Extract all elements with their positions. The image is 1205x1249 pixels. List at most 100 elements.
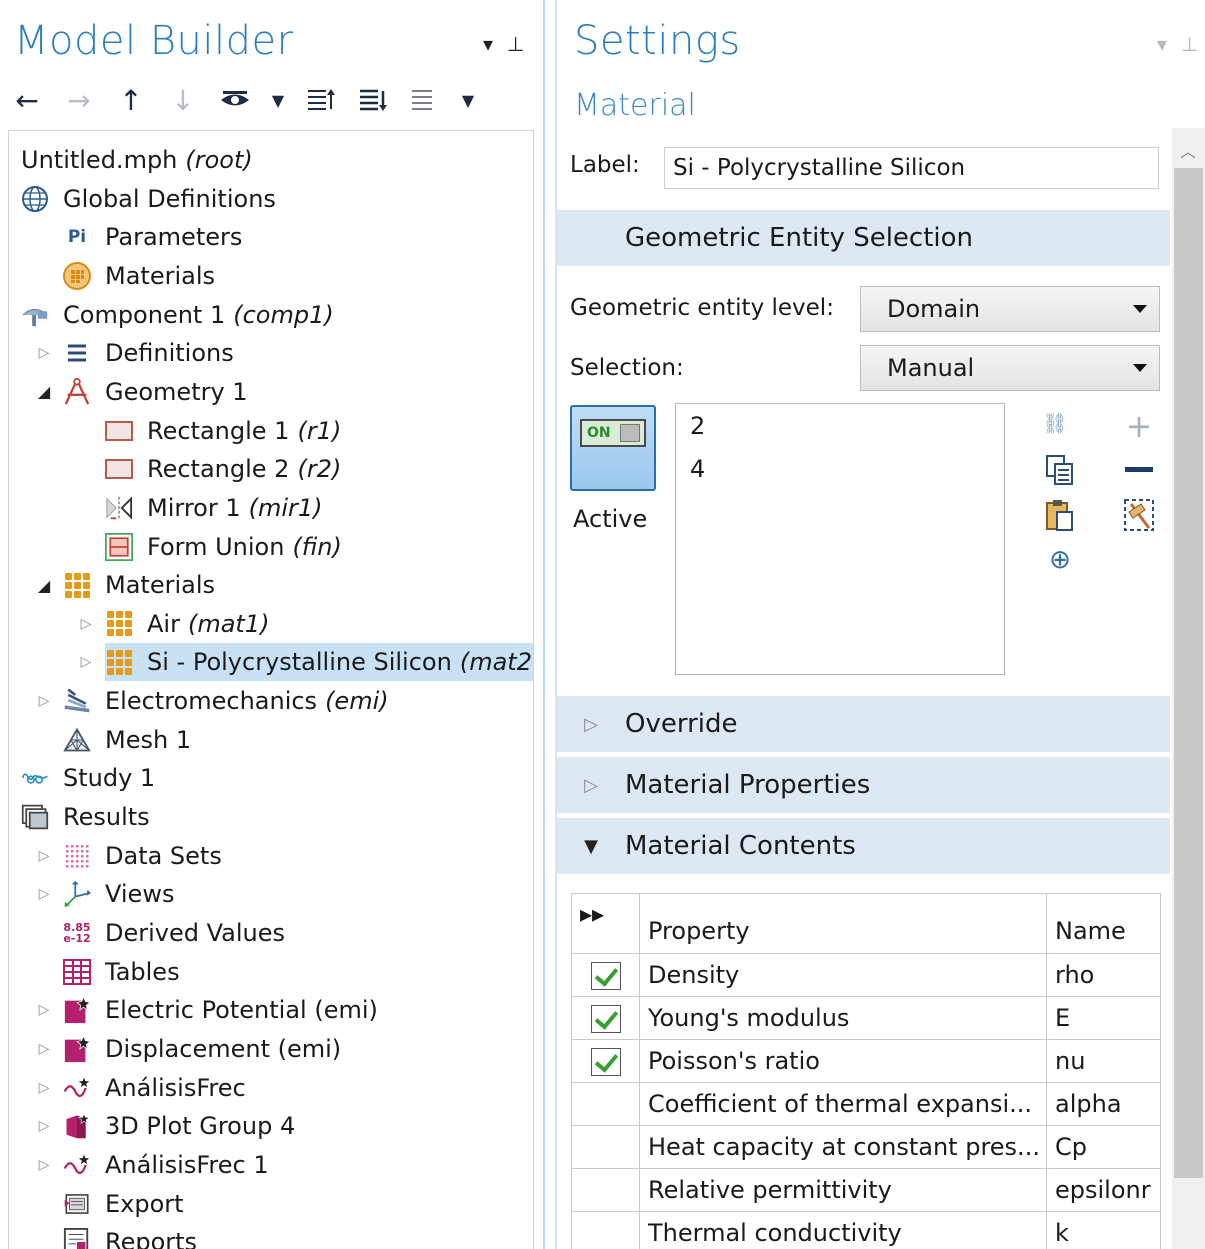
expand-all-icon[interactable] [356, 83, 390, 117]
entity-level-select[interactable]: Domain [860, 286, 1160, 332]
zoom-to-selection-icon[interactable]: ⊕ [1042, 542, 1078, 578]
tree-expand-icon[interactable]: ▷ [35, 343, 53, 363]
table-row[interactable]: Coefficient of thermal expansi... alpha [571, 1082, 1161, 1126]
section-geometric-entity-selection[interactable]: Geometric Entity Selection [557, 210, 1170, 266]
table-row[interactable]: Young's modulus E [571, 996, 1161, 1040]
tree-node-displacement[interactable]: Displacement (emi) [63, 1030, 341, 1068]
arrow-down-icon[interactable]: ↓ [166, 83, 200, 117]
tree-expand-icon[interactable]: ▷ [35, 1039, 53, 1059]
tree-node-mirror-1[interactable]: Mirror 1 (mir1) [105, 489, 323, 527]
arrow-right-icon[interactable]: → [62, 83, 96, 117]
list-item[interactable]: 2 [676, 404, 1004, 447]
section-material-contents[interactable]: ▼ Material Contents [557, 818, 1170, 874]
copy-icon[interactable] [1042, 452, 1078, 488]
active-toggle-button[interactable]: ON [570, 405, 656, 491]
tree-node-air[interactable]: Air (mat1) [105, 605, 269, 643]
tree-node-data-sets[interactable]: Data Sets [63, 837, 222, 875]
tree-node-geometry-1[interactable]: Geometry 1 [63, 373, 248, 411]
tree-node-results[interactable]: Results [21, 798, 150, 836]
tree-node-3d-plot-group-4[interactable]: 3D Plot Group 4 [63, 1107, 295, 1145]
table-row[interactable]: Thermal conductivity k [571, 1211, 1161, 1249]
table-row[interactable]: Relative permittivity epsilonr [571, 1168, 1161, 1212]
scroll-up-icon[interactable]: ︿ [1180, 138, 1196, 162]
tree-expand-icon[interactable]: ▷ [77, 652, 95, 672]
tree-expand-icon[interactable]: ▷ [35, 1155, 53, 1175]
tree-expand-icon[interactable]: ▷ [35, 1000, 53, 1020]
row-checkbox-cell[interactable] [571, 953, 640, 997]
tree-node-electromechanics[interactable]: Electromechanics (emi) [63, 682, 389, 720]
tree-node-analisis-frec-1[interactable]: AnálisisFrec 1 [63, 1146, 269, 1184]
tree-node-definitions[interactable]: Definitions [63, 334, 234, 372]
tree-node-views[interactable]: Views [63, 875, 174, 913]
tree-node-study-1[interactable]: Study 1 [21, 759, 155, 797]
expand-columns-icon[interactable]: ▸▸ [571, 893, 640, 954]
tree-node-rectangle-2[interactable]: Rectangle 2 (r2) [105, 450, 341, 488]
row-checkbox-cell[interactable] [571, 1168, 640, 1212]
add-icon[interactable]: + [1121, 407, 1157, 445]
tree-node-materials-global[interactable]: Materials [63, 257, 215, 295]
selection-list[interactable]: 2 4 [675, 403, 1005, 675]
section-override[interactable]: ▷ Override [557, 696, 1170, 752]
tree-node-analisis-frec[interactable]: AnálisisFrec [63, 1069, 246, 1107]
label-input[interactable]: Si - Polycrystalline Silicon [664, 147, 1159, 189]
remove-icon[interactable] [1121, 452, 1157, 488]
clear-selection-icon[interactable] [1121, 497, 1157, 533]
tree-expand-icon[interactable]: ▷ [35, 691, 53, 711]
panel-menu-icon[interactable]: ▾ [483, 32, 493, 56]
tree-node-si-polycrystalline[interactable]: Si - Polycrystalline Silicon (mat2 [105, 643, 533, 682]
tree-node-rectangle-1[interactable]: Rectangle 1 (r1) [105, 412, 341, 450]
pin-icon[interactable]: ⊥ [1181, 32, 1198, 56]
layout-icon[interactable] [408, 83, 442, 117]
tree-expand-icon[interactable]: ▷ [35, 1116, 53, 1136]
tree-node-tables[interactable]: Tables [63, 953, 180, 991]
tree-node-parameters[interactable]: Pi Parameters [63, 218, 243, 256]
tree-node-mesh-1[interactable]: Mesh 1 [63, 721, 191, 759]
panel-menu-icon[interactable]: ▾ [1157, 32, 1167, 56]
paste-icon[interactable] [1042, 497, 1078, 533]
tree-expand-icon[interactable]: ▷ [77, 614, 95, 634]
collapse-all-icon[interactable] [304, 83, 338, 117]
row-checkbox-cell[interactable] [571, 1039, 640, 1083]
tree-node-global-definitions[interactable]: Global Definitions [21, 180, 276, 218]
tree-collapse-icon[interactable]: ◢ [35, 382, 53, 402]
list-item[interactable]: 4 [676, 447, 1004, 490]
paste-selection-icon[interactable]: ⛓ [1037, 405, 1073, 441]
tree-expand-icon[interactable]: ▷ [35, 884, 53, 904]
table-row[interactable]: Density rho [571, 953, 1161, 997]
scroll-thumb[interactable] [1174, 168, 1203, 1178]
arrow-up-icon[interactable]: ↑ [114, 83, 148, 117]
column-header-property[interactable]: Property [639, 893, 1047, 954]
column-header-name[interactable]: Name [1046, 893, 1161, 954]
table-row[interactable]: Poisson's ratio nu [571, 1039, 1161, 1083]
section-material-properties[interactable]: ▷ Material Properties [557, 757, 1170, 813]
tree-node-derived-values[interactable]: 8.85 e-12 Derived Values [63, 914, 285, 952]
tree-node-electric-potential[interactable]: Electric Potential (emi) [63, 991, 378, 1029]
checkbox-checked-icon[interactable] [590, 1004, 621, 1033]
checkbox-checked-icon[interactable] [590, 961, 621, 990]
data-sets-icon [63, 842, 91, 870]
tree-node-component-1[interactable]: Component 1 (comp1) [21, 296, 334, 334]
tree-node-export[interactable]: Export [63, 1185, 184, 1223]
tree-node-root[interactable]: Untitled.mph (root) [21, 141, 253, 179]
row-checkbox-cell[interactable] [571, 996, 640, 1040]
arrow-left-icon[interactable]: ← [10, 83, 44, 117]
row-checkbox-cell[interactable] [571, 1125, 640, 1169]
settings-scrollbar[interactable]: ︿ [1172, 128, 1205, 1249]
tree-node-form-union[interactable]: Form Union (fin) [105, 528, 342, 566]
tree-expand-icon[interactable]: ▷ [35, 846, 53, 866]
table-row[interactable]: Heat capacity at constant pres... Cp [571, 1125, 1161, 1169]
tree-collapse-icon[interactable]: ◢ [35, 575, 53, 595]
tree-node-reports[interactable]: Reports [63, 1223, 197, 1249]
row-checkbox-cell[interactable] [571, 1211, 640, 1249]
checkbox-checked-icon[interactable] [590, 1047, 621, 1076]
pin-icon[interactable]: ⊥ [507, 32, 524, 56]
tree-node-tag: (mat1) [187, 609, 270, 638]
tree-expand-icon[interactable]: ▷ [35, 1078, 53, 1098]
show-more-icon[interactable] [218, 83, 252, 117]
layout-dropdown-icon[interactable]: ▼ [460, 83, 476, 117]
show-more-dropdown-icon[interactable]: ▼ [270, 83, 286, 117]
tree-node-materials[interactable]: Materials [63, 566, 215, 604]
selection-select[interactable]: Manual [860, 345, 1160, 391]
row-checkbox-cell[interactable] [571, 1082, 640, 1126]
panel-divider[interactable] [545, 0, 555, 1249]
